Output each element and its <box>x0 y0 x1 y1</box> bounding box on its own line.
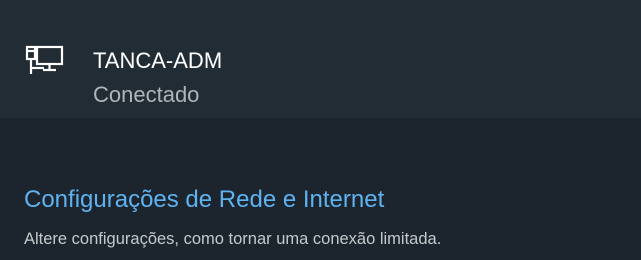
network-settings-description: Altere configurações, como tornar uma co… <box>24 230 442 248</box>
wired-network-icon <box>24 44 66 80</box>
network-item-tanca-adm[interactable]: TANCA-ADM Conectado <box>0 0 641 118</box>
network-status: Conectado <box>93 82 200 107</box>
network-flyout: TANCA-ADM Conectado Configurações de Red… <box>0 0 641 260</box>
network-settings-link[interactable]: Configurações de Rede e Internet <box>24 186 384 214</box>
network-name: TANCA-ADM <box>93 48 223 73</box>
